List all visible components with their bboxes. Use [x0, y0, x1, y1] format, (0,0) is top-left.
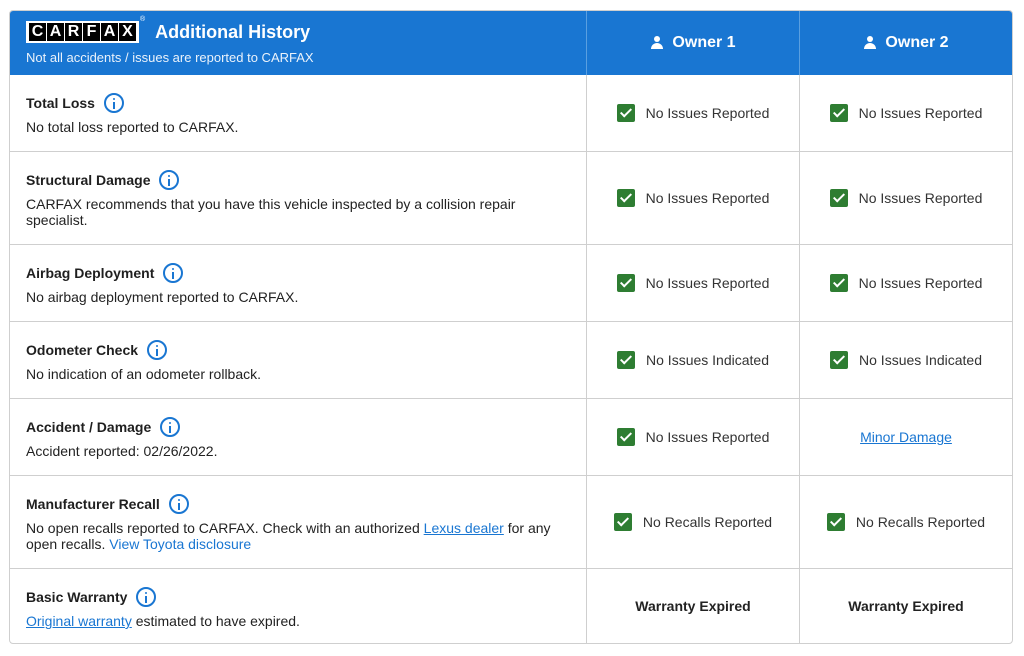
- status-text: No Issues Reported: [645, 429, 770, 445]
- row-label-cell: Airbag Deployment No airbag deployment r…: [10, 245, 587, 321]
- person-icon: [650, 36, 664, 50]
- warranty-status: Warranty Expired: [635, 598, 751, 614]
- checkmark-icon: [829, 189, 848, 207]
- status-text: No Issues Indicated: [859, 352, 982, 368]
- logo-letter: R: [65, 23, 82, 41]
- row-label: Manufacturer Recall: [26, 496, 160, 512]
- row-label: Structural Damage: [26, 172, 151, 188]
- table-row-manufacturer-recall: Manufacturer Recall No open recalls repo…: [10, 476, 1012, 569]
- row-description: No indication of an odometer rollback.: [26, 366, 262, 382]
- owner-2-cell: No Recalls Reported: [800, 476, 1012, 568]
- table-row-structural-damage: Structural Damage CARFAX recommends that…: [10, 152, 1012, 245]
- row-label-cell: Total Loss No total loss reported to CAR…: [10, 75, 587, 151]
- status-text: No Issues Reported: [645, 275, 770, 291]
- status-text: No Issues Reported: [858, 190, 983, 206]
- row-label: Basic Warranty: [26, 589, 128, 605]
- info-icon[interactable]: [136, 587, 157, 607]
- row-label-cell: Manufacturer Recall No open recalls repo…: [10, 476, 587, 568]
- logo-letter: F: [83, 23, 100, 41]
- status-text: No Recalls Reported: [642, 514, 773, 530]
- status-text: No Issues Reported: [645, 190, 770, 206]
- checkmark-icon: [616, 274, 635, 292]
- owner-2-header: Owner 2: [800, 11, 1012, 75]
- owner-2-cell: No Issues Reported: [800, 152, 1012, 244]
- table-header: C A R F A X ® Additional History Not all…: [10, 11, 1012, 75]
- section-subtitle: Not all accidents / issues are reported …: [26, 50, 314, 65]
- row-description: Accident reported: 02/26/2022.: [26, 443, 218, 459]
- owner-2-label: Owner 2: [885, 34, 949, 51]
- row-label-cell: Structural Damage CARFAX recommends that…: [10, 152, 587, 244]
- info-icon[interactable]: [168, 494, 189, 514]
- table-row-accident-damage: Accident / Damage Accident reported: 02/…: [10, 399, 1012, 476]
- header-title-cell: C A R F A X ® Additional History Not all…: [10, 11, 587, 75]
- row-description: Original warranty estimated to have expi…: [26, 613, 556, 629]
- table-row-total-loss: Total Loss No total loss reported to CAR…: [10, 75, 1012, 152]
- owner-1-cell: No Issues Reported: [587, 245, 800, 321]
- status-text: No Recalls Reported: [855, 514, 986, 530]
- checkmark-icon: [616, 189, 635, 207]
- row-label-cell: Accident / Damage Accident reported: 02/…: [10, 399, 587, 475]
- row-label-cell: Basic Warranty Original warranty estimat…: [10, 569, 587, 643]
- checkmark-icon: [616, 428, 635, 446]
- checkmark-icon: [617, 351, 636, 369]
- info-icon[interactable]: [160, 417, 181, 437]
- status-text: No Issues Indicated: [646, 352, 769, 368]
- owner-1-cell: No Issues Indicated: [587, 322, 800, 398]
- warranty-status: Warranty Expired: [848, 598, 964, 614]
- checkmark-icon: [616, 104, 635, 122]
- owner-1-cell: No Issues Reported: [587, 399, 800, 475]
- checkmark-icon: [829, 274, 848, 292]
- table-row-basic-warranty: Basic Warranty Original warranty estimat…: [10, 569, 1012, 643]
- table-row-airbag-deployment: Airbag Deployment No airbag deployment r…: [10, 245, 1012, 322]
- owner-1-label: Owner 1: [672, 34, 736, 51]
- row-description: No open recalls reported to CARFAX. Chec…: [26, 520, 556, 552]
- minor-damage-link[interactable]: Minor Damage: [860, 429, 952, 445]
- checkmark-icon: [830, 351, 849, 369]
- owner-2-cell: No Issues Indicated: [800, 322, 1012, 398]
- logo-letter: A: [101, 23, 118, 41]
- table-row-odometer-check: Odometer Check No indication of an odome…: [10, 322, 1012, 399]
- owner-1-cell: No Recalls Reported: [587, 476, 800, 568]
- status-text: No Issues Reported: [858, 275, 983, 291]
- status-text: No Issues Reported: [858, 105, 983, 121]
- owner-2-cell: No Issues Reported: [800, 245, 1012, 321]
- owner-2-cell: No Issues Reported: [800, 75, 1012, 151]
- logo-letter: C: [29, 23, 46, 41]
- owner-1-cell: No Issues Reported: [587, 152, 800, 244]
- carfax-logo: C A R F A X: [26, 21, 139, 43]
- logo-letter: A: [47, 23, 64, 41]
- lexus-dealer-link[interactable]: Lexus dealer: [424, 520, 504, 536]
- checkmark-icon: [826, 513, 845, 531]
- row-description: No total loss reported to CARFAX.: [26, 119, 239, 135]
- logo-letter: X: [119, 23, 136, 41]
- section-title: Additional History: [155, 21, 311, 42]
- additional-history-table: C A R F A X ® Additional History Not all…: [9, 10, 1013, 644]
- row-description: No airbag deployment reported to CARFAX.: [26, 289, 299, 305]
- row-label: Odometer Check: [26, 342, 139, 358]
- info-icon[interactable]: [103, 93, 124, 113]
- owner-1-cell: Warranty Expired: [587, 569, 800, 643]
- owner-1-header: Owner 1: [587, 11, 800, 75]
- row-label: Total Loss: [26, 95, 95, 111]
- info-icon[interactable]: [159, 170, 180, 190]
- original-warranty-link[interactable]: Original warranty: [26, 613, 132, 629]
- row-label: Airbag Deployment: [26, 265, 155, 281]
- status-text: No Issues Reported: [645, 105, 770, 121]
- owner-2-cell: Minor Damage: [800, 399, 1012, 475]
- info-icon[interactable]: [163, 263, 184, 283]
- row-label: Accident / Damage: [26, 419, 152, 435]
- owner-2-cell: Warranty Expired: [800, 569, 1012, 643]
- warranty-text: estimated to have expired.: [131, 613, 300, 629]
- registered-mark: ®: [140, 16, 146, 23]
- row-label-cell: Odometer Check No indication of an odome…: [10, 322, 587, 398]
- toyota-disclosure-link[interactable]: View Toyota disclosure: [109, 536, 251, 552]
- owner-1-cell: No Issues Reported: [587, 75, 800, 151]
- info-icon[interactable]: [147, 340, 168, 360]
- row-description: CARFAX recommends that you have this veh…: [26, 196, 516, 228]
- checkmark-icon: [613, 513, 632, 531]
- recall-text-start: No open recalls reported to CARFAX. Chec…: [26, 520, 424, 536]
- checkmark-icon: [829, 104, 848, 122]
- person-icon: [863, 36, 877, 50]
